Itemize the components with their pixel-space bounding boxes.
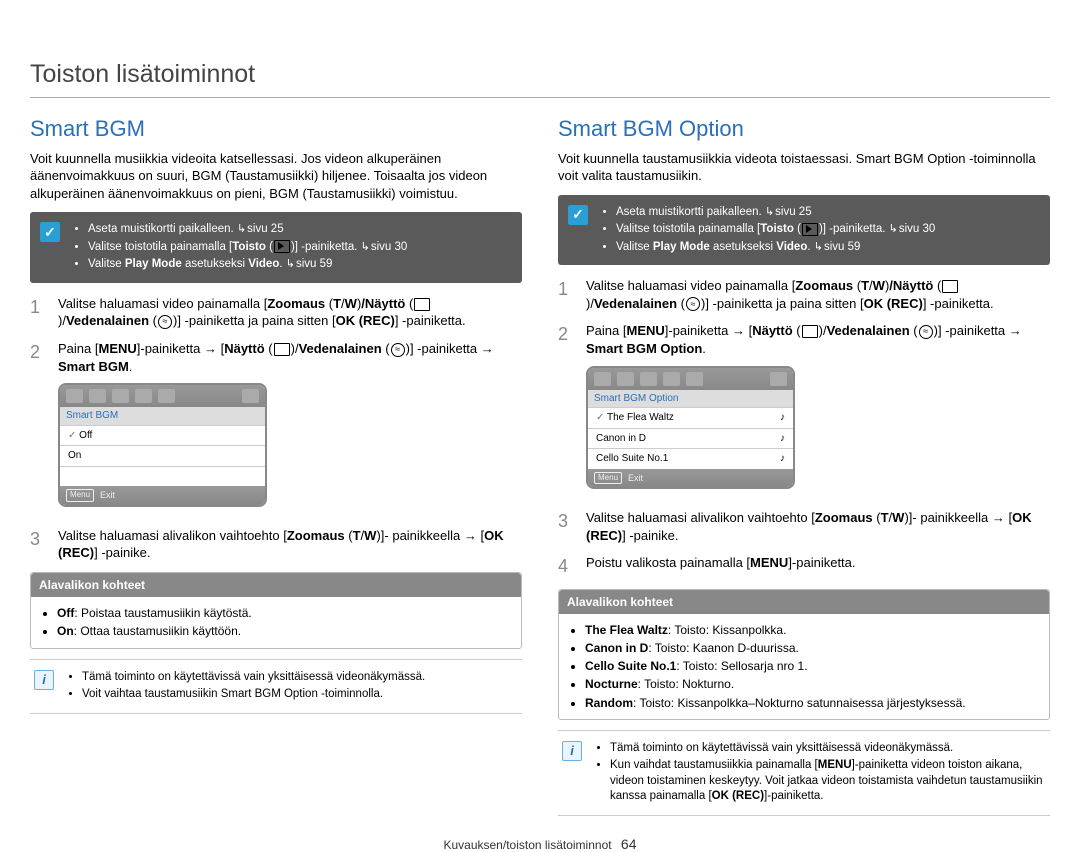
step-num: 1 xyxy=(30,295,46,330)
display-icon xyxy=(274,343,290,356)
note-item: Valitse Play Mode asetukseksi Video. siv… xyxy=(616,240,935,256)
step-num: 2 xyxy=(30,340,46,517)
sub-item: Nocturne: Toisto: Nokturno. xyxy=(585,676,1041,692)
intro-right: Voit kuunnella taustamusiikkia videota t… xyxy=(558,150,1050,185)
step-num: 2 xyxy=(558,322,574,499)
note-item: Valitse toistotila painamalla [Toisto ()… xyxy=(88,240,407,256)
steps-right: 1 Valitse haluamasi video painamalla [Zo… xyxy=(558,277,1050,578)
sub-item: Canon in D: Toisto: Kaanon D-duurissa. xyxy=(585,640,1041,656)
page-footer: Kuvauksen/toiston lisätoiminnot 64 xyxy=(30,836,1050,852)
arrow-icon xyxy=(732,323,745,338)
arrow-icon xyxy=(464,528,477,543)
note-item: Aseta muistikortti paikalleen. sivu 25 xyxy=(88,222,407,238)
screen-row: Cello Suite No.1♪ xyxy=(588,448,793,469)
info-item: Voit vaihtaa taustamusiikin Smart BGM Op… xyxy=(82,687,425,703)
note-list-left: Aseta muistikortti paikalleen. sivu 25 V… xyxy=(70,220,407,275)
col-left: Smart BGM Voit kuunnella musiikkia video… xyxy=(30,110,522,826)
note-box-left: Aseta muistikortti paikalleen. sivu 25 V… xyxy=(30,212,522,283)
screen-tabs xyxy=(60,385,265,407)
arrow-icon xyxy=(481,341,494,356)
info-icon: i xyxy=(562,741,582,761)
sub-items-left: Alavalikon kohteet Off: Poistaa taustamu… xyxy=(30,572,522,649)
screen-header: Smart BGM xyxy=(60,407,265,425)
note-item: Valitse toistotila painamalla [Toisto ()… xyxy=(616,222,935,238)
note-item: Valitse Play Mode asetukseksi Video. siv… xyxy=(88,257,407,273)
info-item: Kun vaihdat taustamusiikkia painamalla [… xyxy=(610,758,1046,805)
heading-smart-bgm-option: Smart BGM Option xyxy=(558,114,1050,144)
steps-left: 1 Valitse haluamasi video painamalla [Zo… xyxy=(30,295,522,562)
step-num: 4 xyxy=(558,554,574,578)
step-3-right: Valitse haluamasi alivalikon vaihtoehto … xyxy=(586,509,1050,544)
screen-footer: Menu Exit xyxy=(588,469,793,488)
note-item: Aseta muistikortti paikalleen. sivu 25 xyxy=(616,205,935,221)
screen-row: ✓ Off xyxy=(60,425,265,446)
step-1-right: Valitse haluamasi video painamalla [Zoom… xyxy=(586,277,1050,312)
note-icon: ♪ xyxy=(780,452,785,466)
screen-tab-icon xyxy=(66,389,83,403)
screen-row xyxy=(60,466,265,487)
play-icon xyxy=(274,240,290,253)
note-list-right: Aseta muistikortti paikalleen. sivu 25 V… xyxy=(598,203,935,258)
screen-tab-icon xyxy=(594,372,611,386)
menu-btn-icon: Menu xyxy=(66,489,94,502)
display-icon xyxy=(414,298,430,311)
screen-header: Smart BGM Option xyxy=(588,390,793,408)
info-box-left: i Tämä toiminto on käytettävissä vain yk… xyxy=(30,659,522,714)
step-num: 3 xyxy=(30,527,46,562)
play-icon xyxy=(802,223,818,236)
step-3-left: Valitse haluamasi alivalikon vaihtoehto … xyxy=(58,527,522,562)
check-icon xyxy=(568,205,588,225)
sub-item: Off: Poistaa taustamusiikin käytöstä. xyxy=(57,605,513,621)
underwater-icon xyxy=(686,297,700,311)
display-icon xyxy=(942,280,958,293)
step-num: 1 xyxy=(558,277,574,312)
info-item: Tämä toiminto on käytettävissä vain yksi… xyxy=(82,670,425,686)
note-box-right: Aseta muistikortti paikalleen. sivu 25 V… xyxy=(558,195,1050,266)
page-title: Toiston lisätoiminnot xyxy=(30,60,1050,98)
sub-items-right: Alavalikon kohteet The Flea Waltz: Toist… xyxy=(558,589,1050,720)
col-right: Smart BGM Option Voit kuunnella taustamu… xyxy=(558,110,1050,826)
arrow-icon xyxy=(1009,323,1022,338)
screen-row: ✓ The Flea Waltz♪ xyxy=(588,407,793,428)
step-num: 3 xyxy=(558,509,574,544)
intro-left: Voit kuunnella musiikkia videoita katsel… xyxy=(30,150,522,203)
sub-item: The Flea Waltz: Toisto: Kissanpolkka. xyxy=(585,622,1041,638)
underwater-icon xyxy=(158,315,172,329)
screen-row: Canon in D♪ xyxy=(588,428,793,449)
step-4-right: Poistu valikosta painamalla [MENU]-paini… xyxy=(586,554,1050,578)
heading-smart-bgm: Smart BGM xyxy=(30,114,522,144)
screen-tabs xyxy=(588,368,793,390)
check-icon xyxy=(40,222,60,242)
info-icon: i xyxy=(34,670,54,690)
sub-item: On: Ottaa taustamusiikin käyttöön. xyxy=(57,623,513,639)
menu-btn-icon: Menu xyxy=(594,472,622,485)
screen-row: On xyxy=(60,445,265,466)
note-icon: ♪ xyxy=(780,432,785,446)
screen-footer: Menu Exit xyxy=(60,486,265,505)
underwater-icon xyxy=(919,325,933,339)
page-number: 64 xyxy=(621,836,637,852)
step-2-left: Paina [MENU]-painiketta [Näyttö ()/Veden… xyxy=(58,340,522,517)
screen-right: Smart BGM Option ✓ The Flea Waltz♪ Canon… xyxy=(586,366,795,490)
info-box-right: i Tämä toiminto on käytettävissä vain yk… xyxy=(558,730,1050,816)
sub-items-header: Alavalikon kohteet xyxy=(31,573,521,597)
sub-item: Cello Suite No.1: Toisto: Sellosarja nro… xyxy=(585,658,1041,674)
arrow-icon xyxy=(204,341,217,356)
step-2-right: Paina [MENU]-painiketta [Näyttö ()/Veden… xyxy=(586,322,1050,499)
step-1-left: Valitse haluamasi video painamalla [Zoom… xyxy=(58,295,522,330)
sub-item: Random: Toisto: Kissanpolkka–Nokturno sa… xyxy=(585,695,1041,711)
arrow-icon xyxy=(992,510,1005,525)
columns: Smart BGM Voit kuunnella musiikkia video… xyxy=(30,110,1050,826)
sub-items-header: Alavalikon kohteet xyxy=(559,590,1049,614)
screen-left: Smart BGM ✓ Off On Menu Exit xyxy=(58,383,267,507)
display-icon xyxy=(802,325,818,338)
info-item: Tämä toiminto on käytettävissä vain yksi… xyxy=(610,741,1046,757)
note-icon: ♪ xyxy=(780,411,785,425)
underwater-icon xyxy=(391,343,405,357)
